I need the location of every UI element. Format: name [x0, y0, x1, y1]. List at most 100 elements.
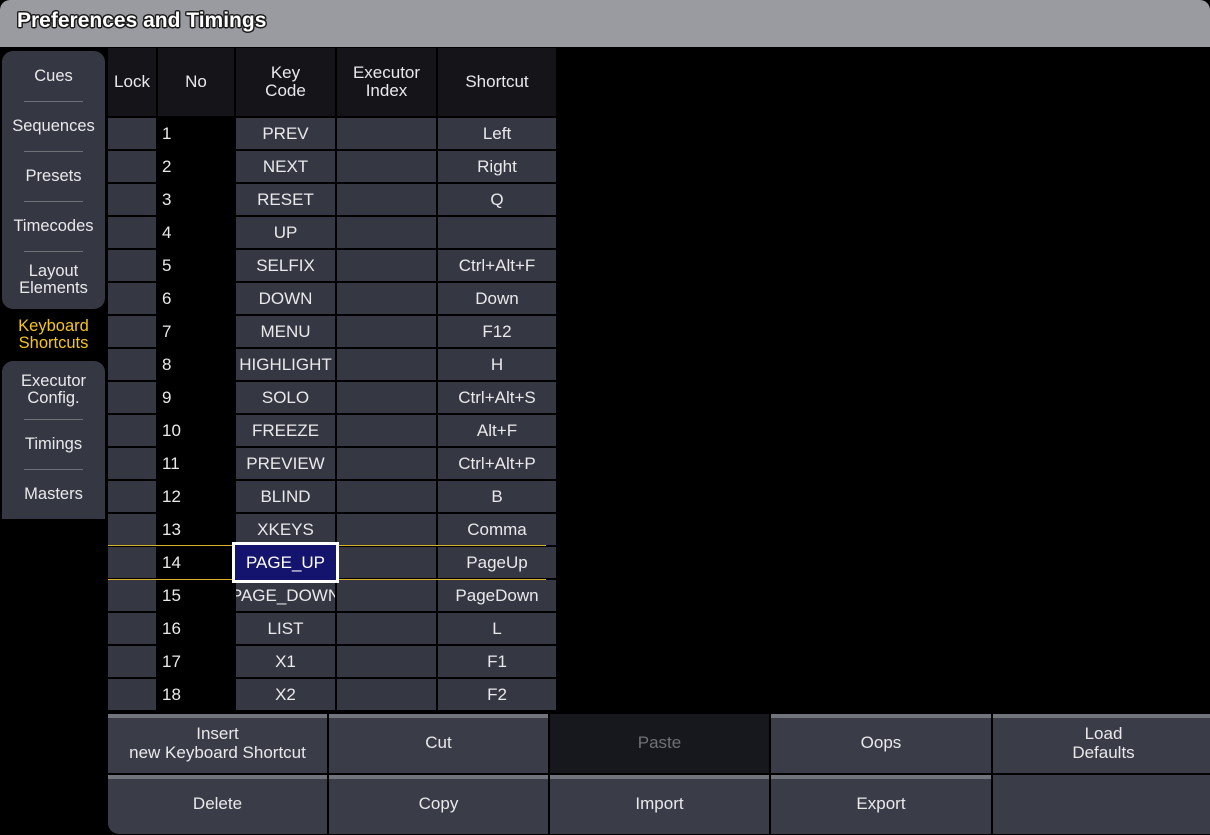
cell-executor-index[interactable] [337, 382, 436, 413]
cell-shortcut[interactable]: Ctrl+Alt+S [438, 382, 556, 413]
sidebar-item-executor-config[interactable]: Executor Config. [2, 361, 105, 419]
cell-lock[interactable] [108, 118, 156, 149]
cell-no[interactable]: 17 [158, 646, 234, 677]
cell-executor-index[interactable] [337, 514, 436, 545]
table-row[interactable]: 10FREEZEAlt+F [108, 415, 546, 446]
cell-lock[interactable] [108, 184, 156, 215]
cell-key-code[interactable]: PAGE_DOWN [236, 580, 335, 611]
table-row[interactable]: 6DOWNDown [108, 283, 546, 314]
cell-no[interactable]: 10 [158, 415, 234, 446]
cell-shortcut[interactable]: PageUp [438, 547, 556, 578]
sidebar-item-timings[interactable]: Timings [2, 419, 105, 469]
cell-shortcut[interactable]: H [438, 349, 556, 380]
cell-key-code[interactable]: X2 [236, 679, 335, 710]
table-row[interactable]: 16LISTL [108, 613, 546, 644]
cell-lock[interactable] [108, 448, 156, 479]
cell-executor-index[interactable] [337, 316, 436, 347]
cell-executor-index[interactable] [337, 448, 436, 479]
table-row[interactable]: 3RESETQ [108, 184, 546, 215]
cell-shortcut[interactable]: Alt+F [438, 415, 556, 446]
table-row[interactable]: 11PREVIEWCtrl+Alt+P [108, 448, 546, 479]
cell-no[interactable]: 12 [158, 481, 234, 512]
table-row[interactable]: 5SELFIXCtrl+Alt+F [108, 250, 546, 281]
cell-lock[interactable] [108, 547, 156, 578]
column-header-key-code[interactable]: Key Code [236, 48, 335, 116]
cell-key-code[interactable]: MENU [236, 316, 335, 347]
table-row[interactable]: 17X1F1 [108, 646, 546, 677]
cell-no[interactable]: 8 [158, 349, 234, 380]
cell-no[interactable]: 2 [158, 151, 234, 182]
cell-executor-index[interactable] [337, 118, 436, 149]
table-row[interactable]: 13XKEYSComma [108, 514, 546, 545]
key-code-edit-cell[interactable]: PAGE_UP [232, 542, 339, 583]
sidebar-item-masters[interactable]: Masters [2, 469, 105, 519]
table-row[interactable]: 4UP [108, 217, 546, 248]
cell-lock[interactable] [108, 283, 156, 314]
cell-no[interactable]: 1 [158, 118, 234, 149]
cell-executor-index[interactable] [337, 151, 436, 182]
cell-lock[interactable] [108, 646, 156, 677]
cell-lock[interactable] [108, 514, 156, 545]
cell-executor-index[interactable] [337, 679, 436, 710]
cell-lock[interactable] [108, 316, 156, 347]
cell-no[interactable]: 4 [158, 217, 234, 248]
column-header-no[interactable]: No [158, 48, 234, 116]
cell-key-code[interactable]: UP [236, 217, 335, 248]
cell-executor-index[interactable] [337, 547, 436, 578]
cell-shortcut[interactable]: Left [438, 118, 556, 149]
cell-shortcut[interactable]: Ctrl+Alt+P [438, 448, 556, 479]
insert-button[interactable]: Insert new Keyboard Shortcut [108, 714, 327, 773]
cell-no[interactable]: 6 [158, 283, 234, 314]
sidebar-item-keyboard-shortcuts[interactable]: Keyboard Shortcuts [2, 309, 105, 361]
table-row[interactable]: 7MENUF12 [108, 316, 546, 347]
cell-key-code[interactable]: BLIND [236, 481, 335, 512]
cell-shortcut[interactable]: Ctrl+Alt+F [438, 250, 556, 281]
cell-executor-index[interactable] [337, 613, 436, 644]
column-header-executor-index[interactable]: Executor Index [337, 48, 436, 116]
cell-executor-index[interactable] [337, 481, 436, 512]
cell-key-code[interactable]: NEXT [236, 151, 335, 182]
cell-lock[interactable] [108, 415, 156, 446]
cell-no[interactable]: 3 [158, 184, 234, 215]
cell-key-code[interactable]: PREVIEW [236, 448, 335, 479]
delete-button[interactable]: Delete [108, 775, 327, 834]
cell-lock[interactable] [108, 217, 156, 248]
cell-no[interactable]: 18 [158, 679, 234, 710]
cell-key-code[interactable]: X1 [236, 646, 335, 677]
column-header-shortcut[interactable]: Shortcut [438, 48, 556, 116]
cell-key-code[interactable]: RESET [236, 184, 335, 215]
cell-no[interactable]: 13 [158, 514, 234, 545]
table-row[interactable]: 8HIGHLIGHTH [108, 349, 546, 380]
cell-shortcut[interactable]: B [438, 481, 556, 512]
table-row[interactable]: 2NEXTRight [108, 151, 546, 182]
cell-no[interactable]: 15 [158, 580, 234, 611]
cell-no[interactable]: 16 [158, 613, 234, 644]
cell-key-code[interactable]: PREV [236, 118, 335, 149]
cell-key-code[interactable]: DOWN [236, 283, 335, 314]
cell-executor-index[interactable] [337, 250, 436, 281]
oops-button[interactable]: Oops [771, 714, 991, 773]
cell-executor-index[interactable] [337, 415, 436, 446]
copy-button[interactable]: Copy [329, 775, 548, 834]
import-button[interactable]: Import [550, 775, 769, 834]
cell-key-code[interactable]: LIST [236, 613, 335, 644]
cell-no[interactable]: 7 [158, 316, 234, 347]
table-row[interactable]: 15PAGE_DOWNPageDown [108, 580, 546, 611]
table-row[interactable]: 18X2F2 [108, 679, 546, 710]
cell-executor-index[interactable] [337, 217, 436, 248]
sidebar-item-presets[interactable]: Presets [2, 151, 105, 201]
cell-lock[interactable] [108, 613, 156, 644]
cell-executor-index[interactable] [337, 184, 436, 215]
table-row[interactable]: 12BLINDB [108, 481, 546, 512]
cell-shortcut[interactable]: F12 [438, 316, 556, 347]
cell-lock[interactable] [108, 250, 156, 281]
cell-no[interactable]: 9 [158, 382, 234, 413]
load-button[interactable]: Load Defaults [993, 714, 1210, 773]
cell-no[interactable]: 5 [158, 250, 234, 281]
sidebar-item-cues[interactable]: Cues [2, 51, 105, 101]
cell-shortcut[interactable]: Q [438, 184, 556, 215]
cell-shortcut[interactable]: F1 [438, 646, 556, 677]
cell-key-code[interactable]: FREEZE [236, 415, 335, 446]
export-button[interactable]: Export [771, 775, 991, 834]
cell-no[interactable]: 14 [158, 547, 234, 578]
